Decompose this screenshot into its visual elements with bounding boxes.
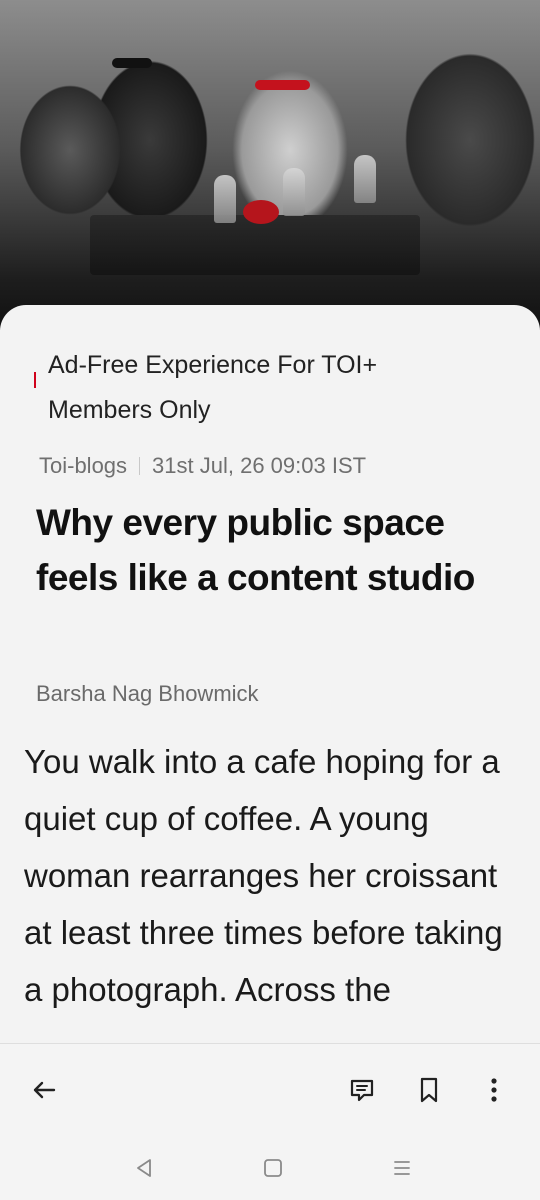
bookmark-button[interactable] (411, 1072, 447, 1108)
article-sheet: Ad-Free Experience For TOI+ Members Only… (0, 305, 540, 1065)
bottom-toolbar (0, 1043, 540, 1136)
hero-glass (283, 168, 305, 216)
hero-glass (354, 155, 376, 203)
hero-red-sunglasses (255, 80, 310, 90)
banner-accent-bar (34, 372, 36, 388)
article-body: You walk into a cafe hoping for a quiet … (24, 743, 503, 1008)
system-home-button[interactable] (258, 1153, 288, 1183)
arrow-left-icon (33, 1081, 56, 1099)
square-home-icon (264, 1159, 282, 1177)
comment-button[interactable] (344, 1072, 380, 1108)
publish-date: 31st Jul, 26 09:03 IST (152, 453, 367, 478)
back-button[interactable] (26, 1072, 62, 1108)
hero-black-sunglasses (112, 58, 152, 68)
author-name[interactable]: Barsha Nag Bhowmick (36, 681, 259, 707)
meta-divider (139, 457, 141, 475)
comment-icon (350, 1079, 374, 1102)
hero-rose (243, 200, 279, 224)
article-headline: Why every public space feels like a cont… (36, 502, 475, 598)
system-back-button[interactable] (129, 1153, 159, 1183)
bookmark-icon (420, 1077, 438, 1103)
hero-image (0, 0, 540, 330)
system-recents-button[interactable] (387, 1153, 417, 1183)
hero-glass (214, 175, 236, 223)
more-options-button[interactable] (476, 1072, 512, 1108)
triangle-back-icon (137, 1159, 151, 1177)
more-vertical-icon (491, 1078, 497, 1102)
category-label[interactable]: Toi-blogs (39, 453, 127, 479)
menu-lines-icon (394, 1161, 410, 1175)
ad-free-text[interactable]: Ad-Free Experience For TOI+ Members Only (48, 343, 468, 433)
article-meta: Toi-blogs 31st Jul, 26 09:03 IST (39, 453, 366, 479)
hero-table (90, 215, 420, 275)
system-navigation-bar (0, 1135, 540, 1200)
